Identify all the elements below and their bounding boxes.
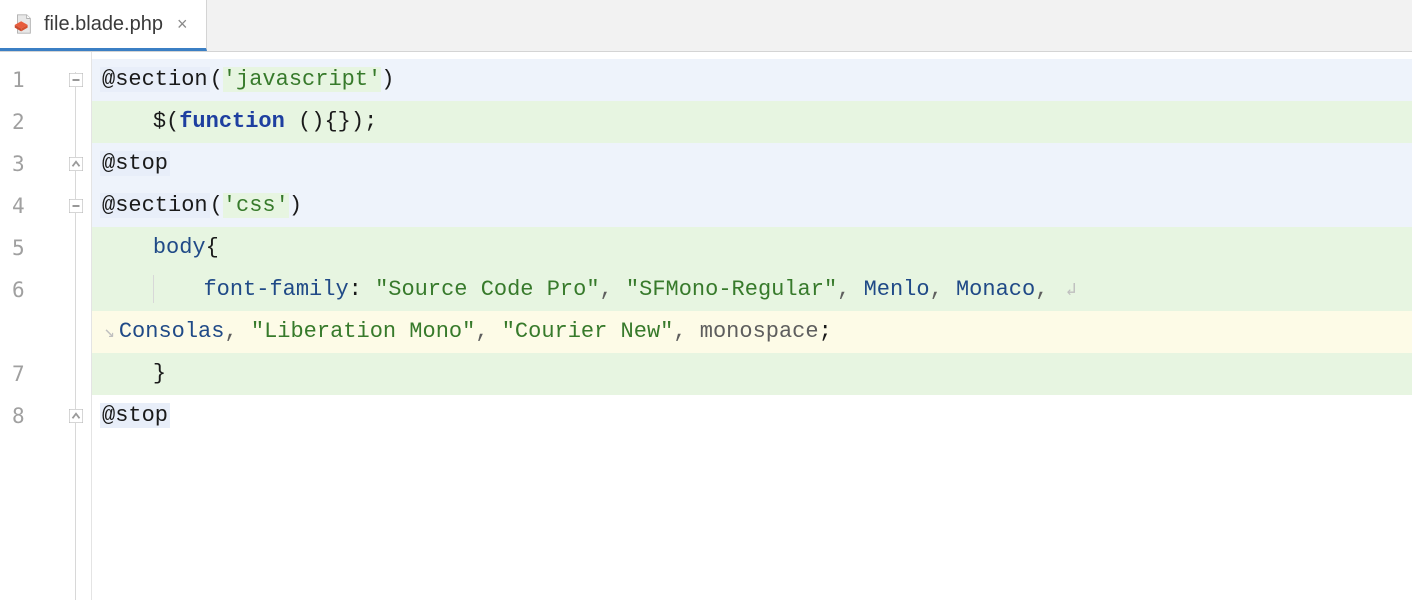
editor: 1 2 3 4 5 6 7 8 @section('j (0, 52, 1412, 600)
fold-gutter (60, 52, 92, 600)
code-line[interactable]: @stop (92, 143, 1412, 185)
line-number: 7 (0, 353, 60, 395)
code-line[interactable]: body{ (92, 227, 1412, 269)
tab-close-icon[interactable]: × (173, 12, 192, 37)
code-area[interactable]: @section('javascript') $(function (){});… (92, 52, 1412, 600)
line-number: 4 (0, 185, 60, 227)
fold-gutter-row (60, 269, 91, 311)
fold-gutter-row (60, 311, 91, 353)
blade-file-icon (12, 13, 34, 35)
line-number (0, 311, 60, 353)
fold-gutter-row (60, 227, 91, 269)
fold-gutter-row (60, 101, 91, 143)
code-line[interactable]: @section('css') (92, 185, 1412, 227)
soft-wrap-arrow-icon: ↲ (1062, 281, 1081, 301)
fold-end-icon[interactable] (60, 395, 91, 437)
code-line[interactable]: @stop (92, 395, 1412, 437)
line-number: 6 (0, 269, 60, 311)
line-number: 5 (0, 227, 60, 269)
fold-end-icon[interactable] (60, 143, 91, 185)
soft-wrap-continuation-icon: ↘ (100, 323, 119, 343)
line-number: 8 (0, 395, 60, 437)
line-number-gutter: 1 2 3 4 5 6 7 8 (0, 52, 60, 600)
line-number: 3 (0, 143, 60, 185)
code-line[interactable]: font-family: "Source Code Pro", "SFMono-… (92, 269, 1412, 311)
line-number: 1 (0, 59, 60, 101)
code-line[interactable]: } (92, 353, 1412, 395)
fold-gutter-row (60, 353, 91, 395)
tab-filename: file.blade.php (44, 13, 163, 36)
tab-bar: file.blade.php × (0, 0, 1412, 52)
code-line[interactable]: $(function (){}); (92, 101, 1412, 143)
code-line-wrapped[interactable]: ↘Consolas, "Liberation Mono", "Courier N… (92, 311, 1412, 353)
code-line[interactable]: @section('javascript') (92, 59, 1412, 101)
line-number: 2 (0, 101, 60, 143)
fold-toggle-icon[interactable] (60, 185, 91, 227)
fold-toggle-icon[interactable] (60, 59, 91, 101)
tab-file[interactable]: file.blade.php × (0, 0, 207, 51)
